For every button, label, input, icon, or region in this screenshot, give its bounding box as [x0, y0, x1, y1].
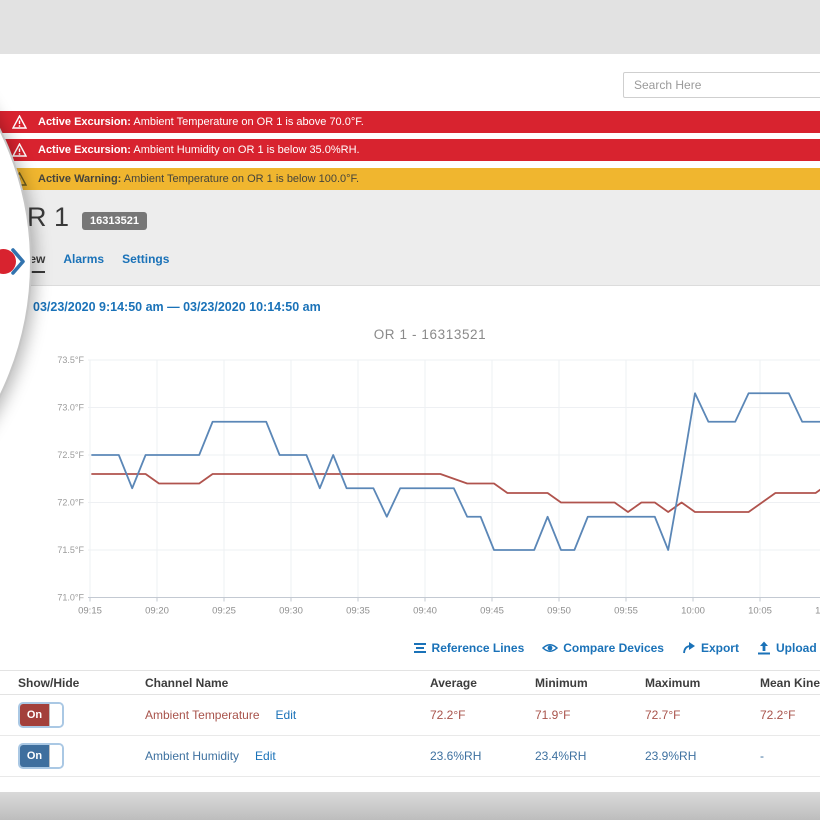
svg-text:10:05: 10:05: [748, 606, 772, 617]
average-value: 72.2°F: [430, 708, 535, 722]
compare-devices-icon: [542, 641, 558, 655]
upload-data-button[interactable]: Upload Data: [757, 641, 820, 655]
chart-title: OR 1 - 16313521: [0, 327, 820, 342]
maximum-value: 72.7°F: [645, 708, 760, 722]
series-ambient-humidity: [92, 393, 820, 550]
channel-table: Show/Hide Channel Name Average Minimum M…: [0, 670, 820, 777]
table-row-ambient-temperature: On Ambient Temperature Edit 72.2°F 71.9°…: [0, 695, 820, 736]
svg-text:10:10: 10:10: [815, 606, 820, 617]
mean-kinetic-value: -: [760, 749, 820, 763]
channel-name: Ambient Humidity: [145, 749, 239, 763]
compare-devices-button[interactable]: Compare Devices: [542, 641, 664, 655]
column-header-average: Average: [430, 676, 535, 690]
show-hide-toggle[interactable]: On: [18, 702, 64, 728]
alert-banner-humidity-excursion: Active Excursion: Ambient Humidity on OR…: [0, 139, 820, 161]
svg-text:72.5°F: 72.5°F: [57, 450, 84, 460]
edit-channel-link[interactable]: Edit: [276, 708, 297, 722]
svg-text:73.0°F: 73.0°F: [57, 403, 84, 413]
svg-text:72.0°F: 72.0°F: [57, 498, 84, 508]
toggle-knob: [49, 745, 62, 767]
line-chart[interactable]: 73.5°F 73.0°F 72.5°F 72.0°F 71.5°F 71.0°F 09:1…: [0, 346, 820, 626]
tab-alarms[interactable]: Alarms: [63, 252, 104, 273]
alert-text: Active Warning: Ambient Temperature on O…: [0, 173, 359, 185]
warning-triangle-icon: [12, 143, 27, 157]
average-value: 23.6%RH: [430, 749, 535, 763]
tab-settings[interactable]: Settings: [122, 252, 169, 273]
svg-text:73.5°F: 73.5°F: [57, 355, 84, 365]
upload-data-icon: [757, 641, 771, 655]
date-range-link[interactable]: 03/23/2020 9:14:50 am — 03/23/2020 10:14…: [33, 300, 321, 314]
alert-text: Active Excursion: Ambient Humidity on OR…: [0, 144, 360, 156]
show-hide-toggle[interactable]: On: [18, 743, 64, 769]
svg-text:10:00: 10:00: [681, 606, 705, 617]
column-header-channel-name: Channel Name: [145, 676, 430, 690]
svg-text:09:45: 09:45: [480, 606, 504, 617]
warning-triangle-icon: [12, 115, 27, 129]
alert-text: Active Excursion: Ambient Temperature on…: [0, 116, 364, 128]
screenshot-stage: Active Excursion: Ambient Temperature on…: [0, 0, 820, 820]
alert-banner-temperature-warning: Active Warning: Ambient Temperature on O…: [0, 168, 820, 190]
channel-name: Ambient Temperature: [145, 708, 260, 722]
column-header-maximum: Maximum: [645, 676, 760, 690]
sidebar-expand-chevron-icon[interactable]: [11, 248, 27, 275]
svg-text:71.0°F: 71.0°F: [57, 593, 84, 603]
svg-text:09:55: 09:55: [614, 606, 638, 617]
column-header-show-hide: Show/Hide: [0, 676, 145, 690]
reference-lines-button[interactable]: Reference Lines: [413, 641, 525, 655]
svg-text:09:20: 09:20: [145, 606, 169, 617]
reference-lines-icon: [413, 641, 427, 655]
maximum-value: 23.9%RH: [645, 749, 760, 763]
device-header: OR 1 16313521 Overview Alarms Settings: [0, 190, 820, 286]
export-button[interactable]: Export: [682, 641, 739, 655]
letterbox-bottom: [0, 792, 820, 820]
svg-text:09:30: 09:30: [279, 606, 303, 617]
serial-badge: 16313521: [82, 212, 147, 230]
svg-text:09:15: 09:15: [78, 606, 102, 617]
minimum-value: 71.9°F: [535, 708, 645, 722]
table-row-ambient-humidity: On Ambient Humidity Edit 23.6%RH 23.4%RH…: [0, 736, 820, 777]
chart-actions: Reference Lines Compare Devices Export: [413, 641, 820, 655]
minimum-value: 23.4%RH: [535, 749, 645, 763]
column-header-minimum: Minimum: [535, 676, 645, 690]
toggle-knob: [49, 704, 62, 726]
app-window: Active Excursion: Ambient Temperature on…: [0, 54, 820, 792]
search-input[interactable]: [623, 72, 820, 98]
alert-banner-temperature-excursion: Active Excursion: Ambient Temperature on…: [0, 111, 820, 133]
edit-channel-link[interactable]: Edit: [255, 749, 276, 763]
table-header-row: Show/Hide Channel Name Average Minimum M…: [0, 670, 820, 695]
letterbox-top: [0, 0, 820, 54]
svg-text:71.5°F: 71.5°F: [57, 545, 84, 555]
mean-kinetic-value: 72.2°F: [760, 708, 820, 722]
svg-text:09:25: 09:25: [212, 606, 236, 617]
svg-text:09:40: 09:40: [413, 606, 437, 617]
column-header-mean-kinetic: Mean Kinetic: [760, 676, 820, 690]
export-icon: [682, 641, 696, 655]
svg-text:09:50: 09:50: [547, 606, 571, 617]
svg-text:09:35: 09:35: [346, 606, 370, 617]
